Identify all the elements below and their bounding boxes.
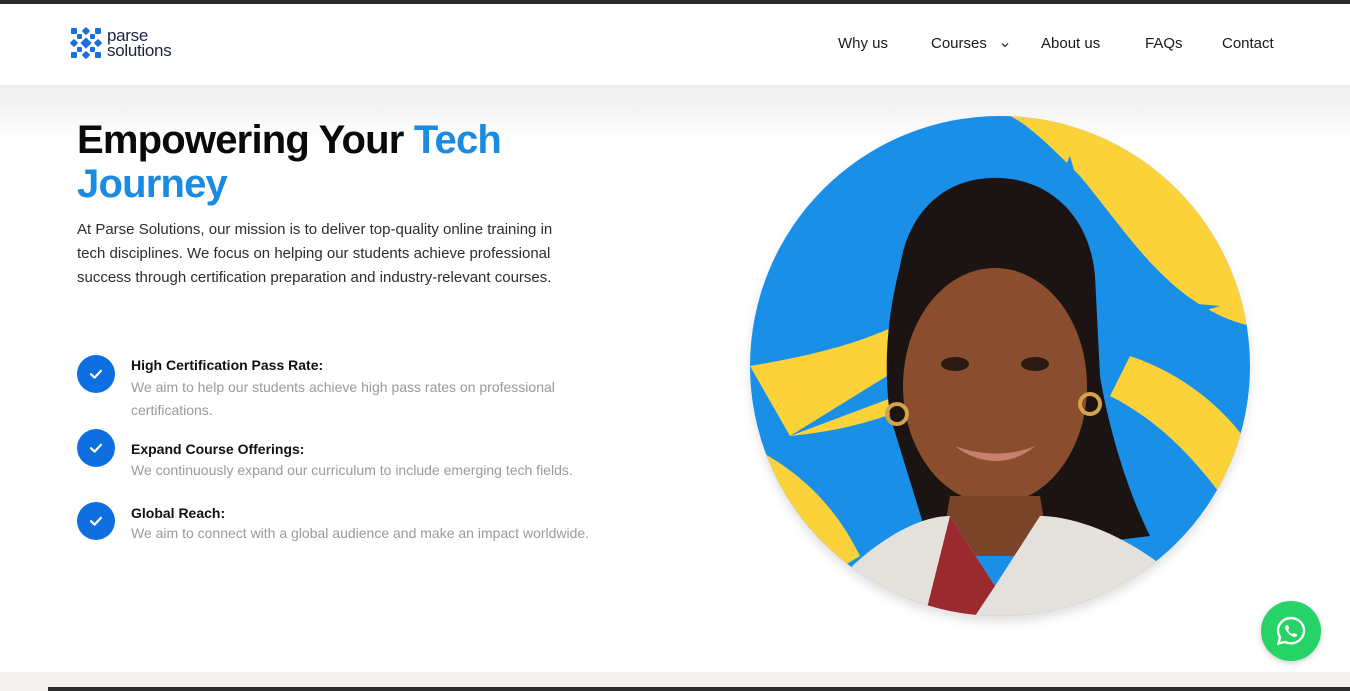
nav-about-us[interactable]: About us [1041, 35, 1100, 52]
hero-intro: At Parse Solutions, our mission is to de… [77, 221, 553, 286]
nav-courses[interactable]: Courses [931, 35, 987, 52]
hero-title: Empowering Your Tech Journey [77, 118, 597, 206]
chevron-down-icon[interactable] [999, 39, 1011, 51]
hero-portrait-image [750, 116, 1250, 616]
site-header: parse solutions Why us Courses About us … [0, 4, 1350, 85]
parse-logo-icon [70, 27, 102, 59]
whatsapp-chat-button[interactable] [1261, 601, 1321, 661]
check-icon [77, 429, 115, 467]
hero-title-accent-1: Tech [413, 118, 502, 162]
feature-item: Global Reach: We aim to connect with a g… [77, 502, 617, 566]
nav-contact[interactable]: Contact [1222, 35, 1274, 52]
check-icon [77, 502, 115, 540]
whatsapp-icon [1276, 616, 1306, 646]
hero-title-accent-2: Journey [77, 162, 228, 206]
feature-title: Global Reach: [131, 505, 226, 521]
nav-why-us[interactable]: Why us [838, 35, 888, 52]
hero-title-part-1: Empowering Your [77, 118, 414, 162]
check-icon [77, 355, 115, 393]
feature-description: We continuously expand our curriculum to… [131, 462, 573, 478]
brand-wordmark: parse solutions [107, 27, 172, 60]
feature-item: High Certification Pass Rate: We aim to … [77, 355, 617, 419]
feature-item: Expand Course Offerings: We continuously… [77, 429, 617, 478]
brand-logo[interactable]: parse solutions [69, 26, 172, 60]
feature-title: Expand Course Offerings: [131, 441, 305, 457]
nav-faqs[interactable]: FAQs [1145, 35, 1183, 52]
feature-title: High Certification Pass Rate: [131, 357, 324, 373]
footer-dark-strip [48, 687, 1350, 691]
brand-line-2: solutions [107, 41, 172, 60]
feature-description: We aim to connect with a global audience… [131, 525, 590, 541]
feature-description: We aim to help our students achieve high… [131, 379, 555, 418]
